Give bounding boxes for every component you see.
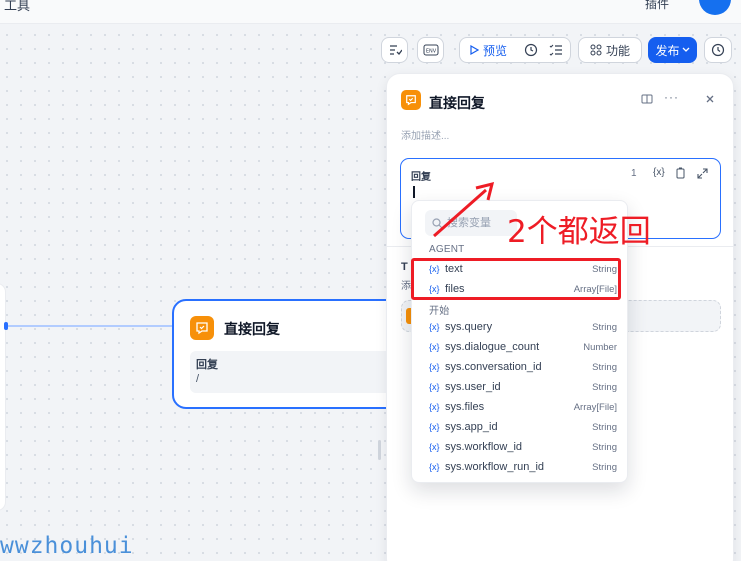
section-text: 添 — [401, 281, 411, 292]
section-title: T — [401, 261, 408, 273]
variable-icon: {x} — [429, 342, 440, 352]
annotation-text: 2个都返回 — [507, 214, 651, 250]
insert-variable-icon[interactable]: {x} — [653, 167, 665, 178]
node-connection-edge — [6, 325, 174, 327]
variable-item[interactable]: {x} sys.dialogue_count Number — [422, 337, 621, 357]
close-icon[interactable] — [705, 93, 715, 107]
answer-node[interactable]: 直接回复 回复 / — [172, 299, 402, 409]
variable-icon: {x} — [429, 462, 440, 472]
group-label-agent: AGENT — [429, 244, 465, 255]
editor-count: 1 — [631, 168, 637, 179]
features-icon — [590, 44, 602, 56]
node-title: 直接回复 — [224, 321, 280, 337]
variable-item[interactable]: {x} sys.user_id String — [422, 377, 621, 397]
node-field-value: / — [196, 373, 200, 385]
checklist-list-button[interactable] — [549, 38, 563, 62]
variable-icon: {x} — [429, 322, 440, 332]
copy-icon[interactable] — [675, 166, 686, 184]
publish-button[interactable]: 发布 — [648, 37, 697, 63]
variable-item[interactable]: {x} sys.workflow_run_id String — [422, 457, 621, 477]
tools-tab[interactable]: 工具 — [4, 0, 30, 14]
variable-icon: {x} — [429, 442, 440, 452]
answer-node-icon — [401, 90, 421, 110]
env-icon: ENV — [423, 44, 438, 56]
resize-handle[interactable] — [378, 440, 381, 460]
group-label-start: 开始 — [429, 306, 450, 317]
version-history-button[interactable] — [704, 37, 732, 63]
history-icon — [711, 43, 725, 57]
env-button[interactable]: ENV — [417, 37, 444, 63]
connection-handle[interactable] — [4, 322, 8, 330]
description-input[interactable]: 添加描述... — [401, 127, 449, 142]
variable-icon: {x} — [429, 422, 440, 432]
text-cursor — [413, 186, 415, 198]
panel-title[interactable]: 直接回复 — [429, 93, 485, 113]
node-field-label: 回复 — [196, 359, 218, 371]
play-icon — [470, 45, 479, 55]
answer-node-icon — [190, 316, 214, 340]
previous-node[interactable] — [0, 283, 6, 511]
top-bar: 工具 插件 — [0, 0, 741, 24]
variable-item[interactable]: {x} sys.query String — [422, 317, 621, 337]
watermark: wwzhouhui — [0, 533, 134, 559]
variable-icon: {x} — [429, 402, 440, 412]
preview-button[interactable]: 预览 — [469, 38, 507, 62]
variable-icon: {x} — [429, 362, 440, 372]
features-button[interactable]: 功能 — [578, 37, 642, 63]
editor-label: 回复 — [411, 172, 431, 183]
variable-item[interactable]: {x} sys.files Array[File] — [422, 397, 621, 417]
variable-item[interactable]: {x} sys.workflow_id String — [422, 437, 621, 457]
variable-item[interactable]: {x} sys.app_id String — [422, 417, 621, 437]
variable-icon: {x} — [429, 382, 440, 392]
checklist-icon — [389, 45, 402, 55]
annotation-highlight-box — [411, 258, 621, 300]
checklist-button[interactable] — [381, 37, 408, 63]
list-check-icon — [549, 44, 562, 56]
avatar[interactable] — [699, 0, 731, 15]
svg-text:ENV: ENV — [425, 49, 436, 55]
chevron-down-icon — [682, 47, 689, 52]
preview-toolbar-group: 预览 — [459, 37, 571, 63]
node-answer-field: 回复 / — [190, 351, 400, 393]
plugin-tab[interactable]: 插件 — [645, 0, 669, 12]
help-book-icon[interactable] — [641, 93, 653, 108]
clock-play-icon — [524, 43, 538, 57]
history-run-button[interactable] — [524, 38, 538, 62]
expand-icon[interactable] — [697, 166, 708, 184]
more-icon[interactable]: ··· — [664, 90, 679, 104]
annotation-arrow-icon — [433, 181, 495, 238]
variable-item[interactable]: {x} sys.conversation_id String — [422, 357, 621, 377]
